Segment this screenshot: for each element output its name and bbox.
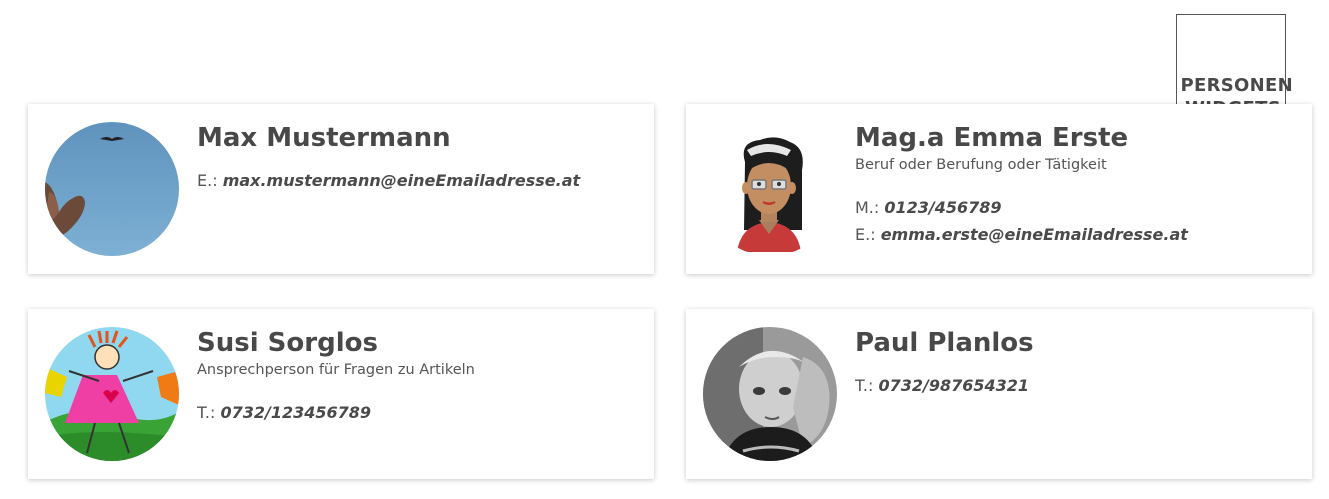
avatar-cartoon-woman — [703, 122, 837, 256]
phone-link[interactable]: 0732/123456789 — [220, 403, 371, 422]
person-role: Ansprechperson für Fragen zu Artikeln — [197, 362, 475, 378]
contact-email: E.: max.mustermann@eineEmailadresse.at — [197, 171, 581, 190]
phone-link[interactable]: 0732/987654321 — [878, 376, 1029, 395]
person-role: Beruf oder Berufung oder Tätigkeit — [855, 157, 1107, 173]
contact-phone: T.: 0732/123456789 — [197, 403, 372, 422]
person-card-paul-planlos: Paul Planlos T.: 0732/987654321 — [686, 309, 1312, 479]
person-name: Paul Planlos — [855, 328, 1034, 358]
email-link[interactable]: emma.erste@eineEmailadresse.at — [881, 225, 1188, 244]
person-card-max-mustermann: Max Mustermann E.: max.mustermann@eineEm… — [28, 104, 654, 274]
avatar-child-drawing — [45, 327, 179, 461]
avatar-photo-sky — [45, 122, 179, 256]
email-link[interactable]: max.mustermann@eineEmailadresse.at — [223, 171, 580, 190]
contact-mobile: M.: 0123/456789 — [855, 198, 1002, 217]
phone-link[interactable]: 0123/456789 — [884, 198, 1001, 217]
person-card-susi-sorglos: Susi Sorglos Ansprechperson für Fragen z… — [28, 309, 654, 479]
person-name: Mag.a Emma Erste — [855, 123, 1129, 153]
avatar-photo-boy — [703, 327, 837, 461]
person-name: Susi Sorglos — [197, 328, 378, 358]
contact-phone: T.: 0732/987654321 — [855, 376, 1030, 395]
person-card-emma-erste: Mag.a Emma Erste Beruf oder Berufung ode… — [686, 104, 1312, 274]
logo-line-1: PERSONEN — [1180, 75, 1293, 96]
person-name: Max Mustermann — [197, 123, 451, 153]
contact-email: E.: emma.erste@eineEmailadresse.at — [855, 225, 1188, 244]
